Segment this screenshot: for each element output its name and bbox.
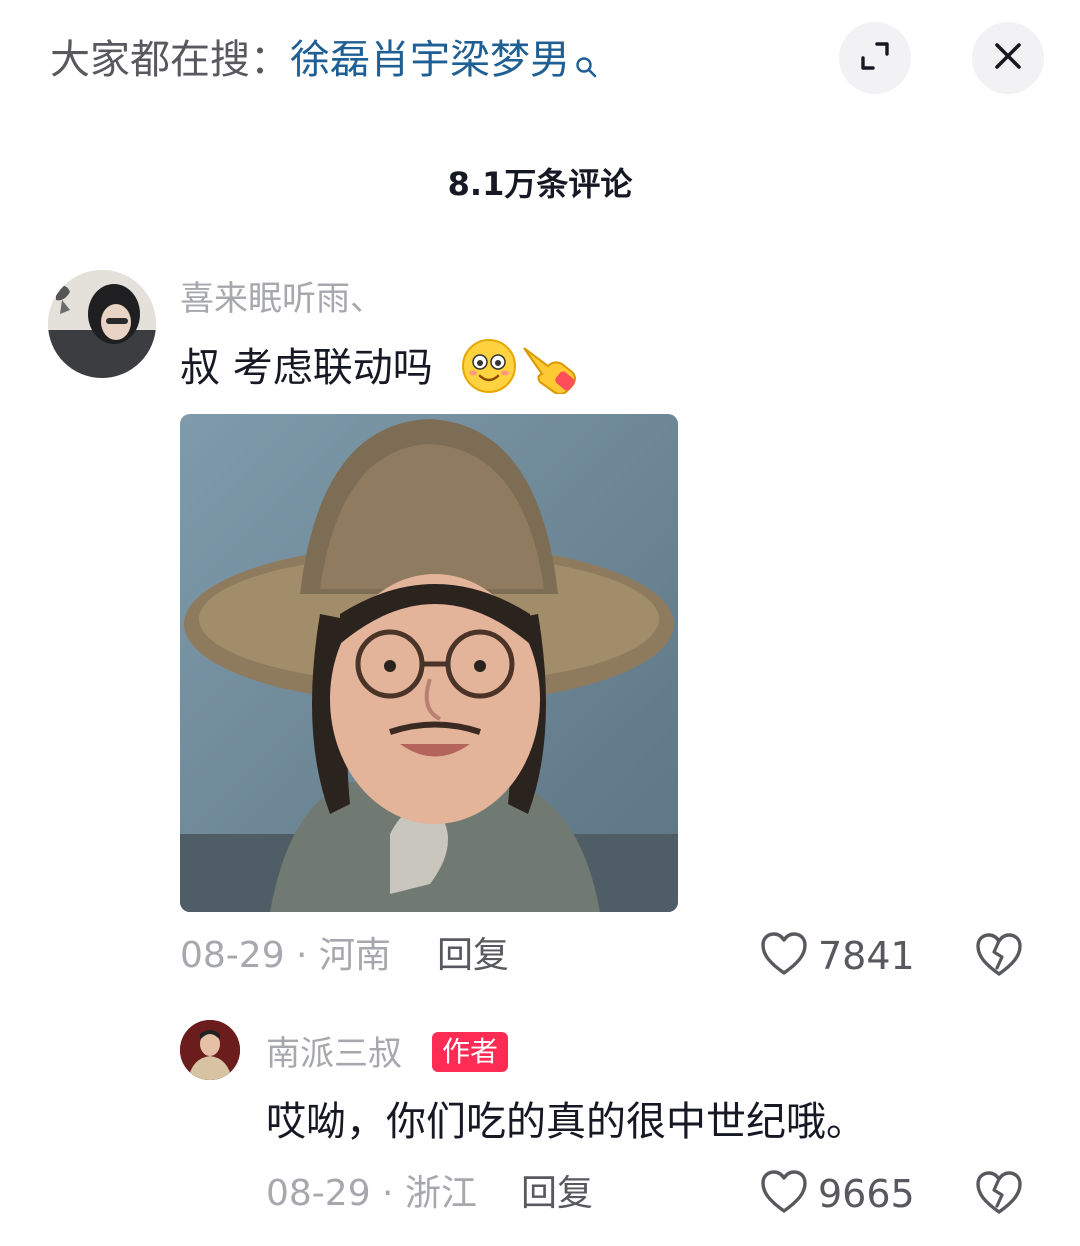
like-count: 7841: [818, 934, 915, 978]
like-count: 9665: [818, 1172, 915, 1216]
reply-button[interactable]: 回复: [521, 1170, 593, 1218]
comment-username[interactable]: 喜来眠听雨、: [180, 275, 384, 323]
dislike-broken-heart-icon[interactable]: [975, 1170, 1023, 1220]
expand-icon: [857, 38, 893, 78]
close-button[interactable]: [972, 22, 1044, 94]
comment-image[interactable]: [180, 414, 678, 912]
heart-icon: [760, 1169, 808, 1219]
like-button[interactable]: 9665: [760, 1168, 915, 1220]
heart-icon: [760, 931, 808, 981]
expand-button[interactable]: [839, 22, 911, 94]
pointing-hand-emoji-icon: [520, 340, 580, 398]
search-suggestion[interactable]: 大家都在搜：徐磊肖宇梁梦男: [50, 32, 598, 94]
author-badge: 作者: [432, 1032, 509, 1072]
comments-count-title: 8.1万条评论: [447, 165, 633, 203]
like-button[interactable]: 7841: [760, 930, 915, 982]
comment-date-location: 08-29 · 河南: [180, 935, 391, 976]
top-bar: 大家都在搜：徐磊肖宇梁梦男: [0, 0, 1080, 120]
comment-username[interactable]: 南派三叔: [266, 1030, 402, 1078]
comment-date-location: 08-29 · 浙江: [266, 1173, 477, 1214]
avatar[interactable]: [180, 1020, 240, 1080]
search-icon: [574, 38, 598, 94]
avatar[interactable]: [48, 270, 156, 378]
comment-text: 哎呦，你们吃的真的很中世纪哦。: [266, 1099, 866, 1145]
search-suggestion-prefix: 大家都在搜：: [50, 37, 290, 83]
comment-text: 叔 考虑联动吗: [180, 345, 433, 391]
smile-emoji-icon: [460, 338, 518, 398]
dislike-broken-heart-icon[interactable]: [975, 932, 1023, 982]
close-icon: [991, 39, 1025, 77]
reply-button[interactable]: 回复: [437, 932, 509, 980]
search-suggestion-keyword[interactable]: 徐磊肖宇梁梦男: [290, 37, 570, 83]
